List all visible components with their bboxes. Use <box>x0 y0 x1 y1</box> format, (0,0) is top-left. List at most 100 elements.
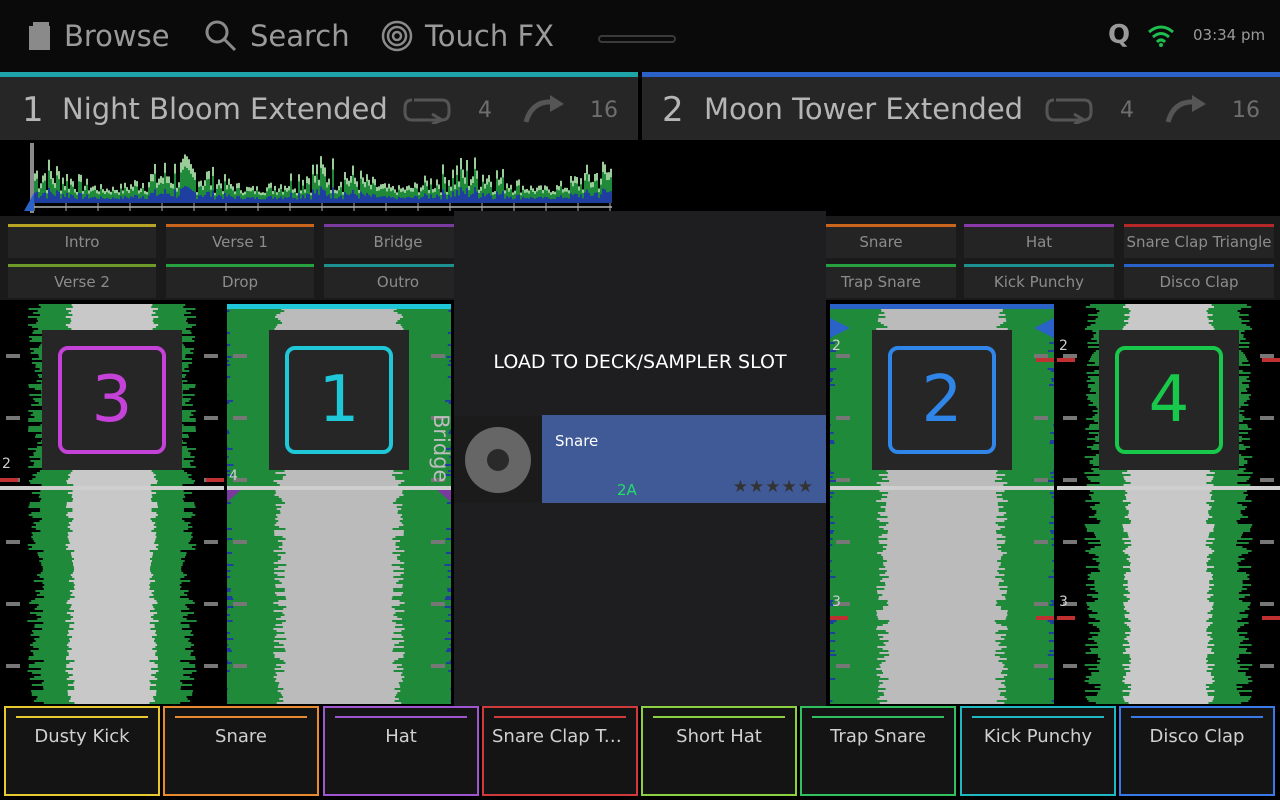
beat-marker-label: 2 <box>832 338 841 354</box>
pad-color-line <box>1131 716 1263 718</box>
search-icon <box>205 20 237 52</box>
loop-icon[interactable] <box>1044 96 1094 124</box>
pad-color-line <box>653 716 785 718</box>
deck-2-waveform[interactable]: 2 2 3 <box>830 304 1054 704</box>
beat-marker-label: 3 <box>832 594 841 610</box>
deck-2-header[interactable]: 2 Moon Tower Extended 4 16 <box>642 72 1280 140</box>
cue-label: Hat <box>1025 233 1053 251</box>
load-to-slot-dialog: LOAD TO DECK/SAMPLER SLOT Snare 2A ★★★★★ <box>454 211 826 706</box>
deck-1-cue-grid: Intro Verse 1 Bridge Verse 2 Drop Outro <box>0 216 472 300</box>
cue-color-line <box>166 224 314 227</box>
cue-button[interactable]: Kick Punchy <box>964 264 1114 298</box>
deck-2-jump-size: 16 <box>1232 98 1260 123</box>
cue-color-line <box>964 264 1114 267</box>
sampler-pad[interactable]: Snare Clap Triangle <box>482 706 638 796</box>
vinyl-record-icon <box>465 427 531 493</box>
beat-marker-label: 2 <box>1059 338 1068 354</box>
cue-label: Snare Clap Triangle <box>1126 233 1272 251</box>
browse-button[interactable]: Browse <box>26 14 170 58</box>
deck-1-number: 1 <box>22 90 44 130</box>
clock: 03:34 pm <box>1193 26 1266 44</box>
deck-4-waveform[interactable]: 4 2 3 <box>1057 304 1280 704</box>
deck-3-waveform[interactable]: 3 2 <box>0 304 224 704</box>
touch-fx-button[interactable]: Touch FX <box>381 14 554 58</box>
track-artwork <box>454 416 542 503</box>
cue-label: Kick Punchy <box>993 273 1085 291</box>
cue-label: Intro <box>64 233 100 251</box>
cue-button[interactable]: Intro <box>8 224 156 258</box>
cue-button[interactable]: Bridge <box>324 224 472 258</box>
deck-2-title: Moon Tower Extended <box>704 92 1024 126</box>
cue-color-line <box>806 224 956 227</box>
browse-icon <box>29 22 50 50</box>
cue-color-line <box>806 264 956 267</box>
cue-label: Drop <box>221 273 259 291</box>
pad-color-line <box>812 716 944 718</box>
cue-color-line <box>324 224 472 227</box>
touch-fx-label: Touch FX <box>425 19 554 53</box>
sampler-pad[interactable]: Hat <box>323 706 479 796</box>
track-rating[interactable]: ★★★★★ <box>733 477 814 497</box>
deck-1-waveform[interactable]: 1 4 Bridge <box>227 304 451 704</box>
track-list-item[interactable]: Snare 2A ★★★★★ <box>542 415 826 503</box>
overview-waveform-svg <box>24 143 612 213</box>
deck-4-indicator[interactable]: 4 <box>1099 330 1239 470</box>
pad-label: Disco Clap <box>1149 726 1245 747</box>
cue-label: Bridge <box>373 233 423 251</box>
cue-button[interactable]: Verse 2 <box>8 264 156 298</box>
cue-button[interactable]: Disco Clap <box>1124 264 1274 298</box>
cue-button[interactable]: Trap Snare <box>806 264 956 298</box>
pad-color-line <box>972 716 1104 718</box>
deck-2-overview-waveform[interactable] <box>642 143 1280 213</box>
cue-label: Verse 1 <box>212 233 268 251</box>
cue-label: Verse 2 <box>54 273 110 291</box>
beat-jump-icon[interactable] <box>522 94 568 126</box>
search-button[interactable]: Search <box>204 14 350 58</box>
track-name: Snare <box>555 432 599 450</box>
sampler-pad[interactable]: Dusty Kick <box>4 706 160 796</box>
deck-2-accent-bar <box>642 72 1280 77</box>
beat-jump-icon[interactable] <box>1164 94 1210 126</box>
overview-waveform-svg <box>642 143 1280 213</box>
cue-button[interactable]: Snare <box>806 224 956 258</box>
deck-3-indicator[interactable]: 3 <box>42 330 182 470</box>
beat-marker-label: 4 <box>229 468 238 484</box>
cue-button[interactable]: Drop <box>166 264 314 298</box>
cue-color-line <box>166 264 314 267</box>
deck-1-overview-waveform[interactable] <box>0 143 640 213</box>
deck-1-indicator[interactable]: 1 <box>269 330 409 470</box>
dialog-title: LOAD TO DECK/SAMPLER SLOT <box>493 351 787 373</box>
search-label: Search <box>250 19 350 53</box>
cue-color-line <box>8 224 156 227</box>
sampler-pad[interactable]: Snare <box>163 706 319 796</box>
deck-1-loop-size: 4 <box>478 98 492 123</box>
cue-button[interactable]: Hat <box>964 224 1114 258</box>
deck-number: 4 <box>1115 346 1223 454</box>
loop-icon[interactable] <box>402 96 452 124</box>
sampler-pad[interactable]: Short Hat <box>641 706 797 796</box>
top-bar: Browse Search Touch FX Q 03:34 pm <box>0 0 1280 72</box>
track-key: 2A <box>617 481 637 499</box>
cue-button[interactable]: Outro <box>324 264 472 298</box>
pad-color-line <box>494 716 626 718</box>
pad-label: Hat <box>385 726 417 747</box>
deck-2-indicator[interactable]: 2 <box>872 330 1012 470</box>
sampler-pad[interactable]: Trap Snare <box>800 706 956 796</box>
pad-label: Snare Clap Triangle <box>492 726 636 747</box>
deck-number: 2 <box>888 346 996 454</box>
cue-button[interactable]: Snare Clap Triangle <box>1124 224 1274 258</box>
pad-label: Kick Punchy <box>983 726 1093 747</box>
sampler-pad[interactable]: Disco Clap <box>1119 706 1275 796</box>
cue-color-line <box>1124 224 1274 227</box>
deck-number: 3 <box>58 346 166 454</box>
drag-handle[interactable] <box>598 35 676 43</box>
cue-button[interactable]: Verse 1 <box>166 224 314 258</box>
quantize-button[interactable]: Q <box>1108 20 1130 50</box>
section-label: Bridge <box>429 414 451 483</box>
sampler-pad[interactable]: Kick Punchy <box>960 706 1116 796</box>
deck-1-title: Night Bloom Extended <box>62 92 388 126</box>
deck-1-header[interactable]: 1 Night Bloom Extended 4 16 <box>0 72 638 140</box>
deck-1-jump-size: 16 <box>590 98 618 123</box>
deck-2-number: 2 <box>662 90 684 130</box>
pad-label: Snare <box>215 726 267 747</box>
